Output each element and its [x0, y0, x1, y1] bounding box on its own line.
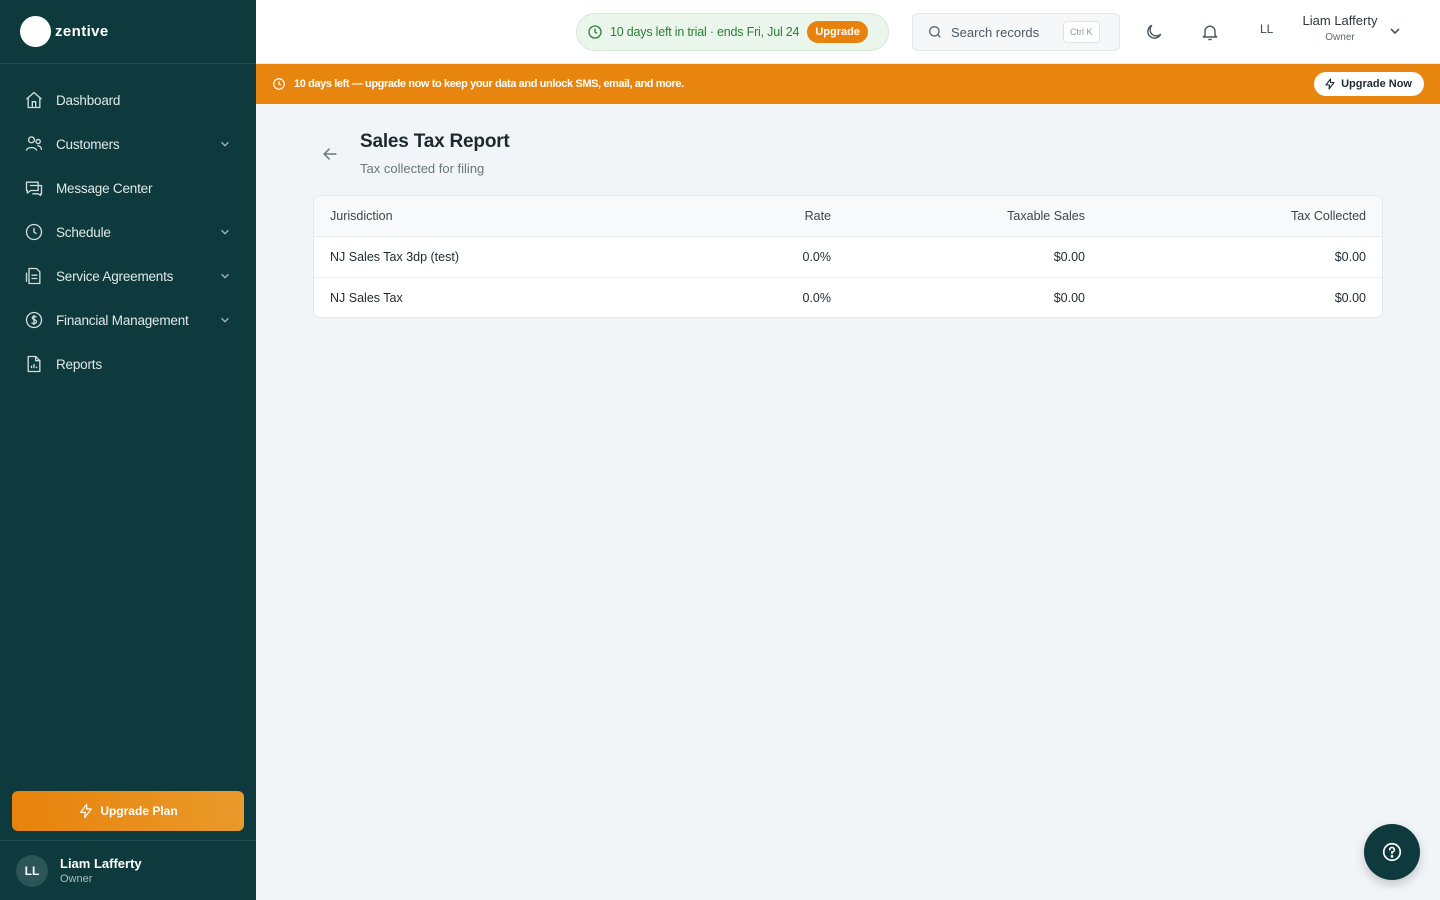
- search-icon: [929, 26, 941, 38]
- header-user-name: Liam Lafferty: [1302, 13, 1378, 28]
- upgrade-now-label: Upgrade Now: [1341, 78, 1412, 90]
- message-icon: [24, 178, 44, 198]
- sidebar-item-label: Financial Management: [56, 312, 189, 328]
- banner-text: 10 days left — upgrade now to keep your …: [294, 78, 684, 90]
- cell-jurisdiction: NJ Sales Tax: [330, 290, 403, 305]
- upgrade-now-button[interactable]: Upgrade Now: [1314, 72, 1424, 96]
- user-menu[interactable]: Liam Lafferty Owner: [1296, 13, 1384, 43]
- page-title: Sales Tax Report: [360, 131, 510, 152]
- notifications-button[interactable]: [1198, 20, 1222, 44]
- sales-tax-table: Jurisdiction Rate Taxable Sales Tax Coll…: [313, 195, 1383, 318]
- sidebar-nav: Dashboard Customers Message Center Sched…: [0, 64, 256, 386]
- clock-icon: [24, 222, 44, 242]
- upgrade-plan-label: Upgrade Plan: [100, 804, 178, 818]
- brand[interactable]: zentive: [0, 0, 256, 64]
- cell-taxable-sales: $0.00: [1053, 290, 1085, 305]
- upgrade-plan-button[interactable]: Upgrade Plan: [12, 791, 244, 831]
- lightning-icon: [1325, 78, 1335, 90]
- report-icon: [24, 354, 44, 374]
- chevron-down-icon: [218, 225, 232, 239]
- moon-icon: [1147, 24, 1162, 39]
- dollar-icon: [24, 310, 44, 330]
- table-row: NJ Sales Tax 0.0% $0.00 $0.00: [314, 277, 1382, 317]
- theme-toggle-button[interactable]: [1142, 20, 1166, 44]
- table-row: NJ Sales Tax 3dp (test) 0.0% $0.00 $0.00: [314, 236, 1382, 278]
- cell-taxable-sales: $0.00: [831, 236, 1101, 278]
- lightning-icon: [80, 803, 93, 819]
- bell-icon: [1202, 25, 1218, 41]
- sidebar-item-label: Schedule: [56, 224, 111, 240]
- cell-rate: 0.0%: [734, 236, 831, 278]
- clock-icon: [273, 78, 285, 90]
- sidebar-item-label: Reports: [56, 356, 102, 372]
- search-input[interactable]: [951, 24, 1061, 40]
- trial-banner: 10 days left — upgrade now to keep your …: [256, 64, 1440, 104]
- help-button[interactable]: [1364, 824, 1420, 880]
- cell-tax-collected: $0.00: [1101, 236, 1382, 278]
- users-icon: [24, 134, 44, 154]
- sidebar-item-service-agreements[interactable]: Service Agreements: [0, 254, 256, 298]
- search-box[interactable]: Ctrl K: [912, 13, 1120, 51]
- sidebar-item-label: Message Center: [56, 180, 153, 196]
- cell-rate: 0.0%: [802, 290, 832, 305]
- sidebar: zentive Dashboard Customers Message Cent…: [0, 0, 256, 900]
- agreement-icon: [24, 266, 44, 286]
- sidebar-item-dashboard[interactable]: Dashboard: [0, 78, 256, 122]
- home-icon: [24, 90, 44, 110]
- column-header-taxable-sales: Taxable Sales: [831, 196, 1101, 237]
- sidebar-item-label: Service Agreements: [56, 268, 174, 284]
- sidebar-user-role: Owner: [60, 873, 93, 885]
- chevron-down-icon: [218, 269, 232, 283]
- chevron-down-icon[interactable]: [1388, 24, 1402, 38]
- page-subtitle: Tax collected for filing: [360, 161, 485, 176]
- clock-icon: [588, 25, 602, 39]
- header-avatar[interactable]: LL: [1260, 22, 1273, 36]
- sidebar-item-customers[interactable]: Customers: [0, 122, 256, 166]
- header-user-role: Owner: [1325, 32, 1355, 43]
- column-header-tax-collected: Tax Collected: [1101, 196, 1382, 237]
- avatar: LL: [16, 854, 48, 887]
- cell-tax-collected: $0.00: [1334, 290, 1366, 305]
- table-header-row: Jurisdiction Rate Taxable Sales Tax Coll…: [314, 196, 1382, 237]
- chevron-down-icon: [218, 137, 232, 151]
- sidebar-user-name: Liam Lafferty: [60, 856, 142, 871]
- sidebar-item-message-center[interactable]: Message Center: [0, 166, 256, 210]
- sidebar-item-financial-management[interactable]: Financial Management: [0, 298, 256, 342]
- trial-status-pill: 10 days left in trial · ends Fri, Jul 24…: [576, 13, 889, 51]
- top-header: 10 days left in trial · ends Fri, Jul 24…: [256, 0, 1440, 64]
- chevron-down-icon: [218, 313, 232, 327]
- brand-logo-icon: [20, 16, 51, 47]
- sidebar-item-label: Customers: [56, 136, 120, 152]
- trial-text: 10 days left in trial · ends Fri, Jul 24: [610, 25, 800, 39]
- sidebar-user[interactable]: LL Liam Lafferty Owner: [0, 840, 256, 900]
- trial-upgrade-button[interactable]: Upgrade: [807, 21, 868, 43]
- column-header-rate: Rate: [734, 196, 831, 237]
- column-header-jurisdiction: Jurisdiction: [314, 196, 734, 237]
- arrow-left-icon: [323, 148, 337, 160]
- back-button[interactable]: [318, 142, 342, 166]
- sidebar-item-reports[interactable]: Reports: [0, 342, 256, 386]
- help-icon: [1382, 842, 1402, 862]
- cell-jurisdiction: NJ Sales Tax 3dp (test): [314, 236, 734, 278]
- sidebar-item-label: Dashboard: [56, 92, 121, 108]
- sidebar-item-schedule[interactable]: Schedule: [0, 210, 256, 254]
- brand-name: zentive: [55, 23, 109, 40]
- search-shortcut-hint: Ctrl K: [1063, 21, 1100, 43]
